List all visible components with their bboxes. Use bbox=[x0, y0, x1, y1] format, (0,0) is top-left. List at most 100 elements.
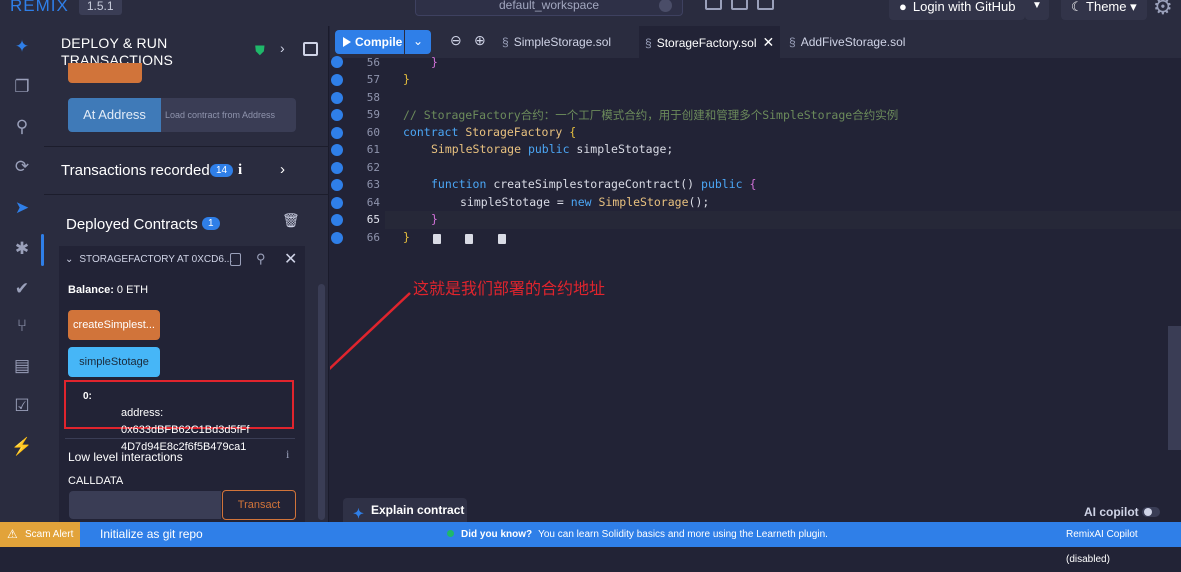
line-number: 62 bbox=[366, 161, 380, 174]
breakpoint-marker[interactable] bbox=[331, 144, 343, 156]
at-address-button[interactable]: At Address bbox=[68, 98, 161, 132]
tab-simple-storage[interactable]: § SimpleStorage.sol bbox=[502, 26, 611, 58]
divider bbox=[44, 194, 329, 195]
panel-scrollbar[interactable] bbox=[318, 284, 325, 520]
call-result: 0: address: 0x633dBFB62C1Bd3d5fFf 4D7d94… bbox=[64, 380, 294, 453]
tab-label: AddFiveStorage.sol bbox=[800, 35, 906, 49]
close-tab-icon[interactable]: ✕ bbox=[763, 34, 775, 50]
info-icon[interactable]: i bbox=[238, 162, 242, 179]
git-icon[interactable]: ⑂ bbox=[11, 315, 33, 337]
deploy-run-panel: DEPLOY & RUN TRANSACTIONS ⛊ › At Address… bbox=[44, 26, 329, 536]
line-number: 60 bbox=[366, 126, 380, 139]
settings-gear-icon[interactable]: ⚙ bbox=[1153, 0, 1173, 20]
explain-contract-button[interactable]: ✦ Explain contract bbox=[343, 498, 467, 522]
github-icon: ● bbox=[899, 0, 907, 14]
layout-toggles bbox=[705, 0, 774, 10]
compile-options-button[interactable]: ⌄ bbox=[405, 30, 431, 54]
deploy-run-icon[interactable]: ➤ bbox=[11, 197, 33, 219]
toggle-right-panel-icon[interactable] bbox=[757, 0, 774, 10]
tab-label: StorageFactory.sol bbox=[656, 36, 757, 50]
close-icon[interactable]: ✕ bbox=[284, 249, 297, 269]
breakpoint-marker[interactable] bbox=[331, 74, 343, 86]
gas-pump-icon bbox=[433, 233, 445, 245]
top-bar: REMIX 1.5.1 default_workspace ● Login wi… bbox=[0, 0, 1181, 26]
breakpoint-marker[interactable] bbox=[331, 232, 343, 244]
breakpoint-marker[interactable] bbox=[331, 109, 343, 121]
code-line: SimpleStorage public simpleStotage; bbox=[431, 142, 674, 156]
toggle-bottom-panel-icon[interactable] bbox=[731, 0, 748, 10]
workspace-select[interactable]: default_workspace bbox=[415, 0, 683, 16]
transact-button[interactable]: Transact bbox=[222, 490, 296, 520]
shield-icon: ⛊ bbox=[255, 43, 265, 58]
line-number: 58 bbox=[366, 91, 380, 104]
compile-button[interactable]: Compile bbox=[335, 30, 404, 54]
breakpoint-marker[interactable] bbox=[331, 162, 343, 174]
contract-instance: ⌄ STORAGEFACTORY AT 0XCD6... ⚲ ✕ Balance… bbox=[59, 246, 305, 536]
line-number: 56 bbox=[366, 56, 380, 69]
at-address-input[interactable]: Load contract from Address bbox=[161, 98, 296, 132]
pin-icon[interactable]: ⚲ bbox=[256, 251, 266, 267]
code-line: } bbox=[431, 55, 438, 69]
app-logo: REMIX bbox=[10, 0, 69, 15]
testing-icon[interactable]: ✔ bbox=[11, 278, 33, 300]
line-number: 64 bbox=[366, 196, 380, 209]
tab-add-five-storage[interactable]: § AddFiveStorage.sol bbox=[789, 26, 905, 58]
play-icon bbox=[343, 37, 351, 47]
simple-stotage-button[interactable]: simpleStotage bbox=[68, 347, 160, 377]
low-level-interactions-label: Low level interactions bbox=[68, 450, 183, 464]
instance-header[interactable]: ⌄ STORAGEFACTORY AT 0XCD6... bbox=[65, 254, 232, 265]
toggle-left-panel-icon[interactable] bbox=[705, 0, 722, 10]
remixai-copilot-status[interactable]: RemixAI Copilot (disabled) bbox=[1066, 522, 1181, 572]
scam-alert-button[interactable]: ⚠ Scam Alert bbox=[0, 522, 80, 547]
breakpoint-marker[interactable] bbox=[331, 197, 343, 209]
plugin-manager-icon[interactable]: ⚡ bbox=[11, 436, 33, 458]
deployed-count-badge: 1 bbox=[202, 217, 220, 230]
transactions-recorded-label[interactable]: Transactions recorded bbox=[61, 162, 210, 179]
calldata-input[interactable] bbox=[69, 491, 221, 519]
version-badge: 1.5.1 bbox=[78, 0, 122, 15]
ai-copilot-toggle[interactable] bbox=[1142, 507, 1160, 517]
info-icon[interactable]: i bbox=[286, 447, 289, 462]
remix-home-icon[interactable]: ✦ bbox=[11, 36, 33, 58]
code-line: // StorageFactory合约：一个工厂模式合约，用于创建和管理多个Si… bbox=[403, 108, 899, 122]
code-line: contract StorageFactory { bbox=[403, 125, 577, 139]
tab-label: SimpleStorage.sol bbox=[513, 35, 612, 49]
compile-label: Compile bbox=[355, 35, 403, 49]
copy-icon[interactable] bbox=[230, 253, 241, 266]
editor-tabs: Compile ⌄ ⊖ ⊕ § SimpleStorage.sol § Storag… bbox=[330, 26, 1181, 58]
login-dropdown-button[interactable]: ▼ bbox=[1025, 0, 1049, 20]
trash-icon[interactable]: 🗑 bbox=[282, 212, 300, 229]
file-explorer-icon[interactable]: ❐ bbox=[11, 76, 33, 98]
zoom-out-icon[interactable]: ⊖ bbox=[450, 32, 462, 49]
chevron-right-icon[interactable]: › bbox=[280, 40, 285, 56]
solidity-file-icon: § bbox=[645, 36, 652, 50]
breakpoint-marker[interactable] bbox=[331, 56, 343, 68]
solidity-compiler-icon[interactable]: ⟳ bbox=[11, 156, 33, 178]
editor-scrollbar[interactable] bbox=[1168, 326, 1181, 450]
zoom-in-icon[interactable]: ⊕ bbox=[474, 32, 486, 49]
theme-label: Theme bbox=[1086, 0, 1127, 14]
init-git-repo-button[interactable]: Initialize as git repo bbox=[100, 522, 203, 547]
breakpoint-marker[interactable] bbox=[331, 214, 343, 226]
debugger-icon[interactable]: ✱ bbox=[11, 238, 33, 260]
solidity-analyzers-icon[interactable]: ☑ bbox=[11, 395, 33, 417]
deploy-button-partial[interactable] bbox=[68, 63, 142, 83]
line-number: 59 bbox=[366, 108, 380, 121]
dock-panel-icon[interactable] bbox=[303, 42, 318, 56]
login-label: Login with GitHub bbox=[912, 0, 1016, 14]
theme-button[interactable]: ☾ Theme ▾ bbox=[1061, 0, 1147, 20]
code-line: simpleStotage = new SimpleStorage(); bbox=[460, 195, 710, 209]
create-simple-storage-button[interactable]: createSimplest... bbox=[68, 310, 160, 340]
tip[interactable]: Did you know? You can learn Solidity basi… bbox=[447, 522, 828, 547]
breakpoint-marker[interactable] bbox=[331, 92, 343, 104]
breakpoint-marker[interactable] bbox=[331, 179, 343, 191]
code-line: } bbox=[431, 212, 438, 226]
search-icon[interactable]: ⚲ bbox=[11, 116, 33, 138]
breakpoint-marker[interactable] bbox=[331, 127, 343, 139]
login-github-button[interactable]: ● Login with GitHub bbox=[889, 0, 1026, 20]
chevron-right-icon[interactable]: › bbox=[280, 161, 285, 178]
annotation-arrow bbox=[330, 292, 411, 371]
learneth-icon[interactable]: ▤ bbox=[11, 355, 33, 377]
gas-pump-icon bbox=[465, 233, 477, 245]
tab-storage-factory[interactable]: § StorageFactory.sol ✕ bbox=[639, 26, 781, 58]
